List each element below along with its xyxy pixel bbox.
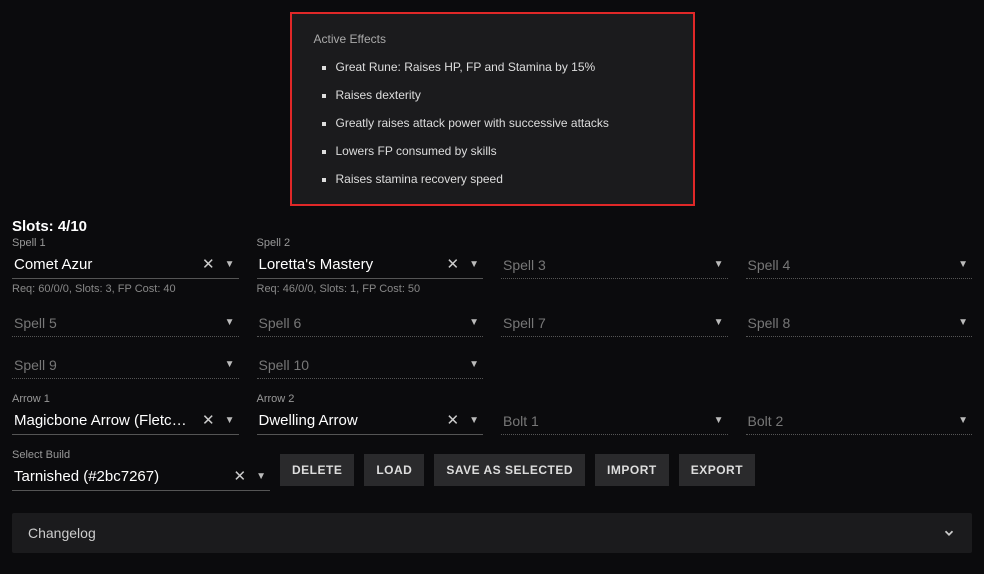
spell-5-select[interactable]: Spell 5 ▼: [12, 309, 239, 337]
clear-icon[interactable]: ✕: [200, 257, 217, 272]
arrow-1-field: Arrow 1 Magicbone Arrow (Fletched) ✕ ▼: [12, 393, 239, 435]
chevron-down-icon[interactable]: ▼: [223, 360, 237, 370]
import-button[interactable]: IMPORT: [595, 454, 669, 486]
spell-5-field: Spell 5 ▼: [12, 309, 239, 337]
build-value: Tarnished (#2bc7267): [14, 468, 226, 485]
delete-button[interactable]: DELETE: [280, 454, 354, 486]
spell-6-field: Spell 6 ▼: [257, 309, 484, 337]
build-field: Select Build Tarnished (#2bc7267) ✕ ▼: [12, 449, 270, 491]
spell-9-select[interactable]: Spell 9 ▼: [12, 351, 239, 379]
export-button[interactable]: EXPORT: [679, 454, 755, 486]
spell-value: Spell 8: [748, 315, 951, 331]
load-button[interactable]: LOAD: [364, 454, 424, 486]
spell-label: [501, 237, 728, 249]
active-effects-title: Active Effects: [314, 32, 671, 46]
spell-value: Spell 7: [503, 315, 706, 331]
changelog-panel[interactable]: Changelog: [12, 513, 972, 553]
bolt-1-select[interactable]: Bolt 1 ▼: [501, 407, 728, 435]
chevron-down-icon[interactable]: ▼: [467, 360, 481, 370]
bolt-label: [746, 393, 973, 405]
arrow-value: Dwelling Arrow: [259, 412, 439, 429]
bolt-value: Bolt 1: [503, 413, 706, 429]
arrow-row: Arrow 1 Magicbone Arrow (Fletched) ✕ ▼ A…: [12, 393, 972, 435]
chevron-down-icon[interactable]: ▼: [956, 318, 970, 328]
effect-item: Lowers FP consumed by skills: [336, 144, 671, 158]
spell-label: Spell 2: [257, 237, 484, 249]
build-label: Select Build: [12, 449, 270, 461]
arrow-2-select[interactable]: Dwelling Arrow ✕ ▼: [257, 407, 484, 435]
spell-1-field: Spell 1 Comet Azur ✕ ▼ Req: 60/0/0, Slot…: [12, 237, 239, 295]
chevron-down-icon[interactable]: ▼: [223, 318, 237, 328]
spell-8-field: Spell 8 ▼: [746, 309, 973, 337]
changelog-title: Changelog: [28, 525, 96, 541]
spell-label: [746, 237, 973, 249]
spell-9-field: Spell 9 ▼: [12, 351, 239, 379]
clear-icon[interactable]: ✕: [232, 469, 249, 484]
build-row: Select Build Tarnished (#2bc7267) ✕ ▼ DE…: [12, 449, 972, 491]
spell-value: Loretta's Mastery: [259, 256, 439, 273]
bolt-label: [501, 393, 728, 405]
spell-value: Spell 5: [14, 315, 217, 331]
spell-8-select[interactable]: Spell 8 ▼: [746, 309, 973, 337]
save-as-selected-button[interactable]: SAVE AS SELECTED: [434, 454, 585, 486]
slots-title: Slots: 4/10: [12, 218, 972, 235]
spell-value: Spell 6: [259, 315, 462, 331]
active-effects-panel: Active Effects Great Rune: Raises HP, FP…: [290, 12, 695, 206]
chevron-down-icon[interactable]: ▼: [467, 260, 481, 270]
clear-icon[interactable]: ✕: [445, 413, 462, 428]
effect-item: Great Rune: Raises HP, FP and Stamina by…: [336, 60, 671, 74]
spell-row-3: Spell 9 ▼ Spell 10 ▼: [12, 351, 972, 379]
spell-4-select[interactable]: Spell 4 ▼: [746, 251, 973, 279]
spell-3-select[interactable]: Spell 3 ▼: [501, 251, 728, 279]
spell-value: Spell 10: [259, 357, 462, 373]
clear-icon[interactable]: ✕: [200, 413, 217, 428]
arrow-2-field: Arrow 2 Dwelling Arrow ✕ ▼: [257, 393, 484, 435]
chevron-down-icon[interactable]: ▼: [956, 416, 970, 426]
spell-req: Req: 60/0/0, Slots: 3, FP Cost: 40: [12, 283, 239, 295]
spell-1-select[interactable]: Comet Azur ✕ ▼: [12, 251, 239, 279]
spell-value: Spell 9: [14, 357, 217, 373]
build-select[interactable]: Tarnished (#2bc7267) ✕ ▼: [12, 463, 270, 491]
arrow-label: Arrow 2: [257, 393, 484, 405]
chevron-down-icon[interactable]: ▼: [467, 416, 481, 426]
spell-4-field: Spell 4 ▼: [746, 237, 973, 295]
spell-req: Req: 46/0/0, Slots: 1, FP Cost: 50: [257, 283, 484, 295]
spell-3-field: Spell 3 ▼: [501, 237, 728, 295]
spell-2-field: Spell 2 Loretta's Mastery ✕ ▼ Req: 46/0/…: [257, 237, 484, 295]
chevron-down-icon[interactable]: ▼: [223, 416, 237, 426]
spell-value: Comet Azur: [14, 256, 194, 273]
arrow-1-select[interactable]: Magicbone Arrow (Fletched) ✕ ▼: [12, 407, 239, 435]
chevron-down-icon[interactable]: ▼: [254, 472, 268, 482]
effect-item: Raises dexterity: [336, 88, 671, 102]
clear-icon[interactable]: ✕: [445, 257, 462, 272]
bolt-value: Bolt 2: [748, 413, 951, 429]
chevron-down-icon[interactable]: ▼: [712, 416, 726, 426]
bolt-1-field: Bolt 1 ▼: [501, 393, 728, 435]
spell-value: Spell 4: [748, 257, 951, 273]
spell-row-1: Spell 1 Comet Azur ✕ ▼ Req: 60/0/0, Slot…: [12, 237, 972, 295]
spell-10-select[interactable]: Spell 10 ▼: [257, 351, 484, 379]
chevron-down-icon[interactable]: ▼: [712, 318, 726, 328]
chevron-down-icon[interactable]: [942, 526, 956, 540]
arrow-value: Magicbone Arrow (Fletched): [14, 412, 194, 429]
bolt-2-select[interactable]: Bolt 2 ▼: [746, 407, 973, 435]
effect-item: Greatly raises attack power with success…: [336, 116, 671, 130]
spell-6-select[interactable]: Spell 6 ▼: [257, 309, 484, 337]
chevron-down-icon[interactable]: ▼: [223, 260, 237, 270]
spell-10-field: Spell 10 ▼: [257, 351, 484, 379]
spell-7-select[interactable]: Spell 7 ▼: [501, 309, 728, 337]
arrow-label: Arrow 1: [12, 393, 239, 405]
chevron-down-icon[interactable]: ▼: [956, 260, 970, 270]
spell-label: Spell 1: [12, 237, 239, 249]
chevron-down-icon[interactable]: ▼: [467, 318, 481, 328]
bolt-2-field: Bolt 2 ▼: [746, 393, 973, 435]
chevron-down-icon[interactable]: ▼: [712, 260, 726, 270]
spell-7-field: Spell 7 ▼: [501, 309, 728, 337]
spell-2-select[interactable]: Loretta's Mastery ✕ ▼: [257, 251, 484, 279]
active-effects-list: Great Rune: Raises HP, FP and Stamina by…: [314, 60, 671, 186]
spell-row-2: Spell 5 ▼ Spell 6 ▼ Spell 7 ▼ Spell 8 ▼: [12, 309, 972, 337]
spell-value: Spell 3: [503, 257, 706, 273]
effect-item: Raises stamina recovery speed: [336, 172, 671, 186]
